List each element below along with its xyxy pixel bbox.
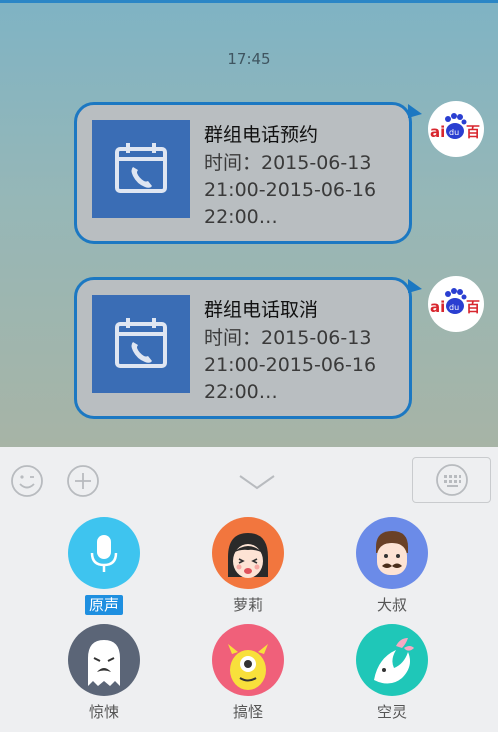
voice-option-uncle[interactable]: 大叔	[347, 517, 437, 615]
chat-area: 17:45 群组电话预约 时间：2015-06-13 21:00-2015-06…	[0, 0, 498, 447]
card-time-line: 22:00…	[204, 206, 278, 228]
baidu-avatar[interactable]: ai du 百	[428, 276, 484, 332]
card-time-line: 时间：2015-06-13	[204, 152, 372, 174]
add-button[interactable]	[66, 464, 100, 498]
svg-text:du: du	[449, 303, 459, 312]
voice-label: 大叔	[376, 596, 407, 614]
voice-label: 搞怪	[232, 703, 263, 721]
message-card-cancel[interactable]: 群组电话取消 时间：2015-06-13 21:00-2015-06-16 22…	[74, 277, 422, 419]
svg-text:百: 百	[466, 125, 480, 141]
message-card-reserve[interactable]: 群组电话预约 时间：2015-06-13 21:00-2015-06-16 22…	[74, 102, 422, 244]
voice-option-original[interactable]: 原声	[59, 517, 149, 615]
smiley-icon	[11, 465, 43, 497]
calendar-phone-icon	[92, 295, 190, 393]
voice-label: 萝莉	[232, 596, 263, 614]
svg-text:du: du	[449, 128, 459, 137]
svg-text:ai: ai	[430, 123, 445, 141]
voice-label: 惊悚	[88, 703, 119, 721]
plus-icon	[67, 465, 99, 497]
voice-option-loli[interactable]: 萝莉	[203, 517, 293, 615]
monster-icon	[212, 624, 284, 696]
bubble-tail	[408, 104, 422, 118]
bubble-tail	[408, 279, 422, 293]
card-time-line: 21:00-2015-06-16	[204, 354, 377, 376]
voice-option-thriller[interactable]: 惊悚	[59, 624, 149, 722]
keyboard-icon	[435, 464, 468, 496]
card-time-line: 21:00-2015-06-16	[204, 179, 377, 201]
man-face-icon	[356, 517, 428, 589]
svg-text:ai: ai	[430, 298, 445, 316]
chevron-down-icon	[239, 475, 275, 490]
ghost-icon	[68, 624, 140, 696]
card-title: 群组电话预约	[204, 124, 319, 146]
collapse-panel-button[interactable]	[238, 470, 276, 492]
baidu-logo-icon: ai du 百	[430, 288, 480, 316]
voice-label: 原声	[84, 595, 123, 615]
voice-option-funny[interactable]: 搞怪	[203, 624, 293, 722]
baidu-avatar[interactable]: ai du 百	[428, 101, 484, 157]
spirit-fish-icon	[356, 624, 428, 696]
baidu-logo-icon: ai du 百	[430, 113, 480, 141]
message-timestamp: 17:45	[227, 50, 271, 68]
card-time-line: 22:00…	[204, 381, 278, 403]
card-title: 群组电话取消	[204, 299, 319, 321]
top-accent-line	[0, 0, 498, 3]
emoji-button[interactable]	[10, 464, 44, 498]
svg-text:百: 百	[466, 300, 480, 316]
card-time-line: 时间：2015-06-13	[204, 327, 372, 349]
calendar-phone-icon	[92, 120, 190, 218]
girl-face-icon	[212, 517, 284, 589]
keyboard-button[interactable]	[412, 457, 491, 503]
microphone-icon	[68, 517, 140, 589]
voice-label: 空灵	[376, 703, 407, 721]
voice-option-ethereal[interactable]: 空灵	[347, 624, 437, 722]
